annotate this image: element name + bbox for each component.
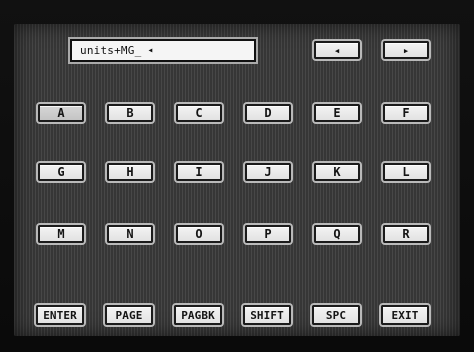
key-label: A: [57, 106, 65, 120]
space-button[interactable]: SPC: [312, 305, 360, 325]
input-display: units+MG_ ◂: [70, 39, 256, 62]
touch-screen: units+MG_ ◂ ◂ ▸ A B C D E F G H I J K L: [14, 24, 460, 336]
key-label: L: [402, 165, 410, 179]
arrow-right-icon: ▸: [402, 43, 410, 57]
cursor-arrow-icon: ◂: [147, 45, 154, 56]
key-label: H: [126, 165, 134, 179]
key-G[interactable]: G: [38, 163, 84, 181]
shift-button[interactable]: SHIFT: [243, 305, 291, 325]
key-L[interactable]: L: [383, 163, 429, 181]
move-left-button[interactable]: ◂: [314, 41, 360, 59]
shift-label: SHIFT: [250, 308, 284, 322]
key-label: Q: [333, 227, 341, 241]
key-J[interactable]: J: [245, 163, 291, 181]
key-label: O: [195, 227, 203, 241]
arrow-left-icon: ◂: [333, 43, 341, 57]
key-A[interactable]: A: [38, 104, 84, 122]
key-label: G: [57, 165, 65, 179]
key-O[interactable]: O: [176, 225, 222, 243]
page-label: PAGE: [115, 308, 143, 322]
key-C[interactable]: C: [176, 104, 222, 122]
key-M[interactable]: M: [38, 225, 84, 243]
key-R[interactable]: R: [383, 225, 429, 243]
key-label: E: [333, 106, 341, 120]
key-label: D: [264, 106, 272, 120]
key-label: F: [402, 106, 410, 120]
key-label: C: [195, 106, 203, 120]
page-back-button[interactable]: PAGBK: [174, 305, 222, 325]
enter-button[interactable]: ENTER: [36, 305, 84, 325]
key-Q[interactable]: Q: [314, 225, 360, 243]
key-P[interactable]: P: [245, 225, 291, 243]
key-D[interactable]: D: [245, 104, 291, 122]
input-text: units+MG_: [80, 44, 142, 57]
key-label: I: [195, 165, 203, 179]
key-I[interactable]: I: [176, 163, 222, 181]
key-K[interactable]: K: [314, 163, 360, 181]
enter-label: ENTER: [43, 308, 77, 322]
pagbk-label: PAGBK: [181, 308, 215, 322]
key-label: J: [264, 165, 272, 179]
key-H[interactable]: H: [107, 163, 153, 181]
page-button[interactable]: PAGE: [105, 305, 153, 325]
key-label: R: [402, 227, 410, 241]
move-right-button[interactable]: ▸: [383, 41, 429, 59]
key-F[interactable]: F: [383, 104, 429, 122]
key-label: B: [126, 106, 134, 120]
key-label: K: [333, 165, 341, 179]
key-label: M: [57, 227, 65, 241]
spc-label: SPC: [325, 308, 347, 322]
key-label: P: [264, 227, 272, 241]
key-B[interactable]: B: [107, 104, 153, 122]
key-E[interactable]: E: [314, 104, 360, 122]
exit-button[interactable]: EXIT: [381, 305, 429, 325]
exit-label: EXIT: [391, 308, 419, 322]
key-label: N: [126, 227, 134, 241]
key-N[interactable]: N: [107, 225, 153, 243]
